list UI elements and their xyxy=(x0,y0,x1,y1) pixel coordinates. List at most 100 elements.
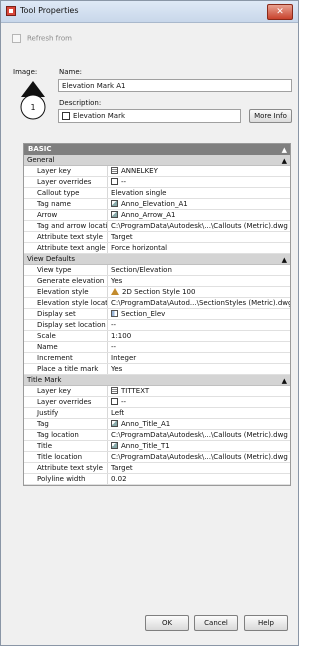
collapse-general-icon[interactable]: ▲ xyxy=(282,156,287,167)
cancel-button[interactable]: Cancel xyxy=(194,615,238,631)
property-value[interactable]: C:\ProgramData\Autodesk\...\Callouts (Me… xyxy=(108,221,290,231)
property-name: Name xyxy=(24,342,108,352)
help-button[interactable]: Help xyxy=(244,615,288,631)
property-value[interactable]: -- xyxy=(108,320,290,330)
description-field[interactable]: Elevation Mark xyxy=(58,109,241,123)
property-value[interactable]: 0.02 xyxy=(108,474,290,484)
property-value-text: C:\ProgramData\Autod...\SectionStyles (M… xyxy=(111,299,290,307)
property-row[interactable]: Attribute text style Target xyxy=(24,232,290,243)
property-row[interactable]: Title location C:\ProgramData\Autodesk\..… xyxy=(24,452,290,463)
property-value[interactable]: -- xyxy=(108,342,290,352)
category-general[interactable]: General ▲ xyxy=(24,155,290,166)
property-value-text: Left xyxy=(111,409,125,417)
property-value[interactable]: Integer xyxy=(108,353,290,363)
property-row[interactable]: Place a title mark Yes xyxy=(24,364,290,375)
basic-header[interactable]: BASIC ▲ xyxy=(24,144,290,155)
property-value[interactable]: C:\ProgramData\Autodesk\...\Callouts (Me… xyxy=(108,430,290,440)
checkbox-box[interactable] xyxy=(12,34,21,43)
property-value[interactable]: Left xyxy=(108,408,290,418)
property-name: Layer key xyxy=(24,166,108,176)
property-value[interactable]: TITTEXT xyxy=(108,386,290,396)
property-value[interactable]: Yes xyxy=(108,276,290,286)
property-row[interactable]: Polyline width 0.02 xyxy=(24,474,290,485)
property-value[interactable]: Section_Elev xyxy=(108,309,290,319)
property-row[interactable]: Justify Left xyxy=(24,408,290,419)
property-row[interactable]: Display set location -- xyxy=(24,320,290,331)
property-name: Display set location xyxy=(24,320,108,330)
property-name: Display set xyxy=(24,309,108,319)
property-row[interactable]: Elevation style locationC:\ProgramData\A… xyxy=(24,298,290,309)
property-row[interactable]: Layer overrides -- xyxy=(24,397,290,408)
property-value-text: -- xyxy=(121,178,127,186)
title-bar[interactable]: Tool Properties ✕ xyxy=(1,1,298,23)
property-row[interactable]: Callout type Elevation single xyxy=(24,188,290,199)
property-name: Tag xyxy=(24,419,108,429)
property-row[interactable]: Tag and arrow locationC:\ProgramData\Aut… xyxy=(24,221,290,232)
property-value[interactable]: C:\ProgramData\Autod...\SectionStyles (M… xyxy=(108,298,290,308)
property-row[interactable]: Title Anno_Title_T1 xyxy=(24,441,290,452)
collapse-view-defaults-icon[interactable]: ▲ xyxy=(282,255,287,266)
property-row[interactable]: Layer key TITTEXT xyxy=(24,386,290,397)
category-title-mark-label: Title Mark xyxy=(27,376,62,384)
category-title-mark[interactable]: Title Mark ▲ xyxy=(24,375,290,386)
close-button[interactable]: ✕ xyxy=(267,4,293,20)
property-value[interactable]: ANNELKEY xyxy=(108,166,290,176)
property-name: Tag name xyxy=(24,199,108,209)
property-value[interactable]: 1:100 xyxy=(108,331,290,341)
property-value[interactable]: Anno_Elevation_A1 xyxy=(108,199,290,209)
property-row[interactable]: Increment Integer xyxy=(24,353,290,364)
property-row[interactable]: Generate elevation Yes xyxy=(24,276,290,287)
property-value[interactable]: C:\ProgramData\Autodesk\...\Callouts (Me… xyxy=(108,452,290,462)
property-value-text: ANNELKEY xyxy=(121,167,158,175)
property-value[interactable]: Elevation single xyxy=(108,188,290,198)
property-row[interactable]: Layer overrides -- xyxy=(24,177,290,188)
property-row[interactable]: Scale 1:100 xyxy=(24,331,290,342)
property-row[interactable]: Tag name Anno_Elevation_A1 xyxy=(24,199,290,210)
property-value[interactable]: Yes xyxy=(108,364,290,374)
category-view-defaults-label: View Defaults xyxy=(27,255,76,263)
basic-label: BASIC xyxy=(28,145,52,153)
property-row[interactable]: Attribute text angle Force horizontal xyxy=(24,243,290,254)
property-value[interactable]: Section/Elevation xyxy=(108,265,290,275)
description-value: Elevation Mark xyxy=(73,112,126,120)
property-value[interactable]: Target xyxy=(108,232,290,242)
property-value[interactable]: Force horizontal xyxy=(108,243,290,253)
property-name: Callout type xyxy=(24,188,108,198)
property-value[interactable]: Target xyxy=(108,463,290,473)
more-info-button[interactable]: More Info xyxy=(249,109,292,123)
property-row[interactable]: Elevation style 2D Section Style 100 xyxy=(24,287,290,298)
ok-button[interactable]: OK xyxy=(145,615,189,631)
property-value-text: Anno_Title_A1 xyxy=(121,420,171,428)
collapse-title-mark-icon[interactable]: ▲ xyxy=(282,376,287,387)
property-value[interactable]: Anno_Title_T1 xyxy=(108,441,290,451)
property-row[interactable]: Tag location C:\ProgramData\Autodesk\...\… xyxy=(24,430,290,441)
property-row[interactable]: Layer key ANNELKEY xyxy=(24,166,290,177)
property-value[interactable]: Anno_Arrow_A1 xyxy=(108,210,290,220)
layer-icon xyxy=(111,387,118,394)
property-value[interactable]: -- xyxy=(108,397,290,407)
property-value-text: -- xyxy=(111,321,117,329)
property-name: Tag location xyxy=(24,430,108,440)
property-row[interactable]: Tag Anno_Title_A1 xyxy=(24,419,290,430)
preview-number: 1 xyxy=(30,103,35,112)
refresh-from-checkbox[interactable]: Refresh from xyxy=(12,34,72,43)
property-value[interactable]: -- xyxy=(108,177,290,187)
category-general-label: General xyxy=(27,156,55,164)
property-row[interactable]: Attribute text style Target xyxy=(24,463,290,474)
property-value[interactable]: 2D Section Style 100 xyxy=(108,287,290,297)
property-value[interactable]: Anno_Title_A1 xyxy=(108,419,290,429)
property-name: Layer overrides xyxy=(24,177,108,187)
property-value-text: Target xyxy=(111,464,133,472)
property-row[interactable]: Name -- xyxy=(24,342,290,353)
category-view-defaults[interactable]: View Defaults ▲ xyxy=(24,254,290,265)
property-name: View type xyxy=(24,265,108,275)
tag-icon xyxy=(111,420,118,427)
property-value-text: Anno_Title_T1 xyxy=(121,442,170,450)
name-field[interactable]: Elevation Mark A1 xyxy=(58,79,292,92)
property-row[interactable]: View type Section/Elevation xyxy=(24,265,290,276)
elevation-mark-preview-icon[interactable]: 1 xyxy=(13,79,53,123)
tag-icon xyxy=(111,211,118,218)
property-value-text: -- xyxy=(111,343,117,351)
property-row[interactable]: Arrow Anno_Arrow_A1 xyxy=(24,210,290,221)
property-row[interactable]: Display set Section_Elev xyxy=(24,309,290,320)
